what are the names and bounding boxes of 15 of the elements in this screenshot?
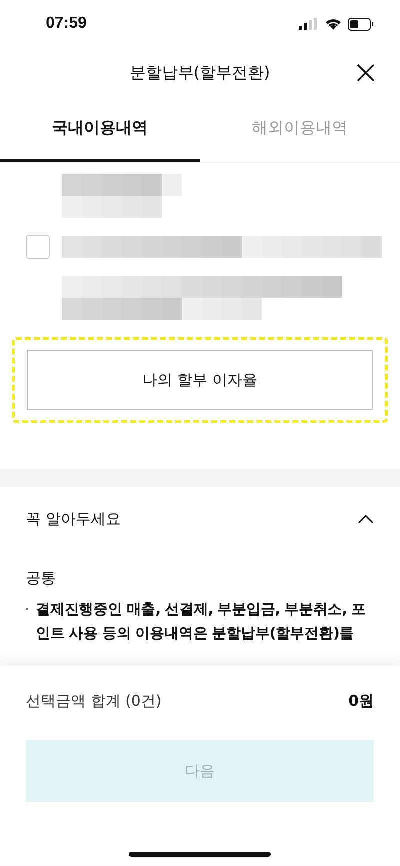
tab[interactable]: 국내이용내역 bbox=[0, 98, 200, 162]
battery-icon bbox=[348, 18, 374, 30]
notice-text: 결제진행중인 매출, 선결제, 부분입금, 부분취소, 포인트 사용 등의 이용내역은 분할납부(할부전환)를 bbox=[36, 601, 367, 644]
notice-title: 꼭 알아두세요 bbox=[26, 510, 121, 528]
total-amount: 0원 bbox=[348, 692, 374, 710]
total-label: 선택금액 합계 (0건) bbox=[26, 692, 162, 710]
wifi-icon bbox=[325, 18, 342, 30]
signal-icon bbox=[299, 18, 319, 30]
checkbox[interactable] bbox=[26, 235, 50, 259]
page-title: 분할납부(할부전환) bbox=[130, 62, 270, 84]
interest-rate-button[interactable]: 나의 할부 이자율 bbox=[27, 350, 373, 410]
section-label: 공통 bbox=[26, 569, 57, 588]
collapse-icon[interactable] bbox=[358, 514, 374, 524]
status-time: 07:59 bbox=[46, 15, 87, 33]
close-button[interactable] bbox=[356, 63, 376, 83]
